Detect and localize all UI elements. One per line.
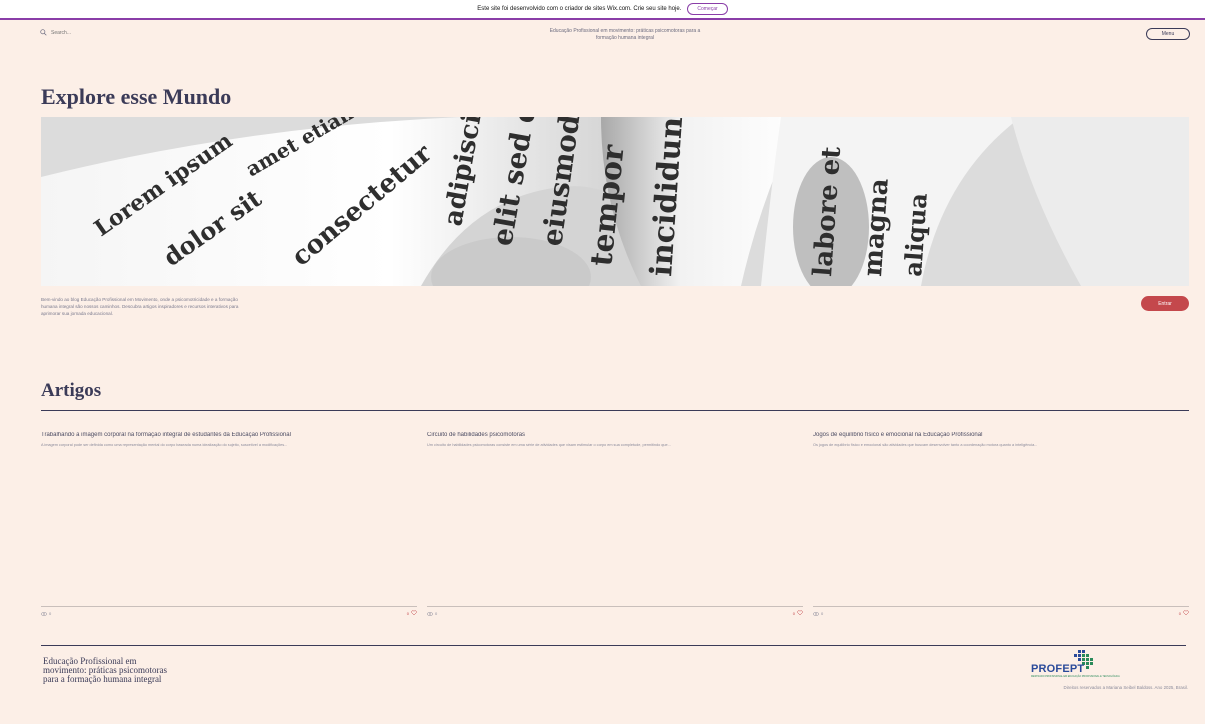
views-value: 0 [821, 611, 824, 616]
svg-text:aliqua: aliqua [898, 192, 933, 277]
article-card[interactable]: Jogos de equilíbrio físico e emocional n… [813, 432, 1189, 622]
eye-icon [427, 611, 433, 616]
hero-description: Bem-vindo ao blog Educação Profissional … [41, 297, 239, 316]
article-title[interactable]: Circuito de habilidades psicomotoras [427, 432, 803, 438]
article-excerpt: A imagem corporal pode ser definida como… [41, 443, 288, 447]
heart-icon [1183, 610, 1189, 616]
heart-icon [411, 610, 417, 616]
articles-title: Artigos [41, 380, 102, 401]
views-value: 0 [49, 611, 52, 616]
like-button[interactable]: 0 [793, 610, 803, 616]
article-card[interactable]: Circuito de habilidades psicomotoras Um … [427, 432, 803, 622]
article-title[interactable]: Jogos de equilíbrio físico e emocional n… [813, 432, 1189, 438]
footer-site-title: Educação Profissional em movimento: prát… [43, 656, 167, 684]
article-excerpt: Um circuito de habilidades psicomotoras … [427, 443, 671, 447]
search-icon [40, 29, 47, 36]
footer-divider [41, 645, 1186, 646]
likes-value: 0 [792, 610, 795, 616]
view-count: 0 [813, 611, 823, 616]
card-divider [427, 606, 803, 607]
copyright-text: Direitos reservados a Mariana Seibel Bal… [1063, 685, 1188, 690]
card-divider [813, 606, 1189, 607]
article-title[interactable]: Trabalhando a imagem corporal na formaçã… [41, 432, 417, 438]
menu-button[interactable]: Menu [1146, 28, 1190, 40]
article-card[interactable]: Trabalhando a imagem corporal na formaçã… [41, 432, 417, 622]
like-button[interactable]: 0 [407, 610, 417, 616]
wix-banner-text: Este site foi desenvolvido com o criador… [477, 6, 682, 12]
view-count: 0 [427, 611, 437, 616]
likes-value: 0 [406, 610, 409, 616]
hero-title: Explore esse Mundo [41, 84, 232, 109]
card-divider [41, 606, 417, 607]
view-count: 0 [41, 611, 51, 616]
articles-divider [41, 410, 1189, 411]
wix-start-button[interactable]: Começar [687, 3, 728, 15]
likes-value: 0 [1178, 610, 1181, 616]
heart-icon [797, 610, 803, 616]
logo-subtext: MESTRADO PROFISSIONAL EM EDUCAÇÃO PROFIS… [1031, 675, 1120, 678]
logo-text: PROFEPT [1031, 663, 1085, 675]
profept-logo[interactable]: PROFEPT MESTRADO PROFISSIONAL EM EDUCAÇÃ… [1031, 650, 1120, 682]
hero-book-image: Lorem ipsum dolor sit amet etiam consect… [41, 117, 1189, 286]
enter-button[interactable]: Entrar [1141, 296, 1189, 311]
wix-banner: Este site foi desenvolvido com o criador… [0, 0, 1205, 20]
like-button[interactable]: 0 [1179, 610, 1189, 616]
search-box[interactable] [40, 29, 141, 36]
search-input[interactable] [51, 29, 141, 36]
eye-icon [813, 611, 819, 616]
views-value: 0 [435, 611, 438, 616]
article-excerpt: Os jogos de equilíbrio físico e emociona… [813, 443, 1038, 447]
eye-icon [41, 611, 47, 616]
site-tagline: Educação Profissional em movimento: prát… [549, 28, 701, 41]
